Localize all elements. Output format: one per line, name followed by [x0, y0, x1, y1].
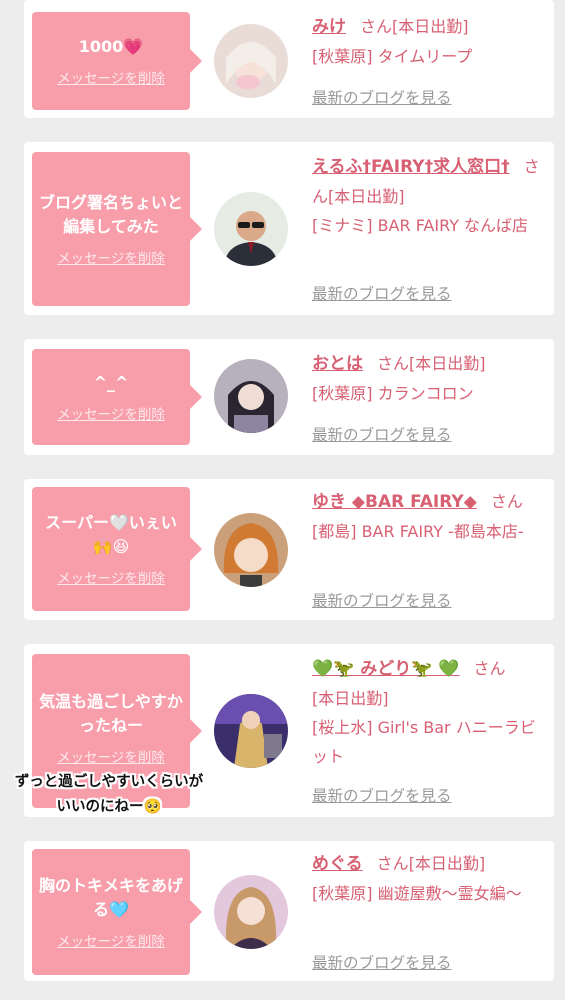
avatar[interactable] [214, 24, 288, 98]
shop-label: [桜上水] Girl's Bar ハニーラビット [312, 718, 536, 766]
status-badge: [本日出勤] [328, 187, 405, 206]
latest-blog-link[interactable]: 最新のブログを見る [312, 784, 452, 806]
delete-message-link[interactable]: メッセージを削除 [57, 930, 165, 950]
honorific: さん [377, 354, 410, 373]
delete-message-link[interactable]: メッセージを削除 [57, 403, 165, 423]
shop-label: [都島] BAR FAIRY -都島本店- [312, 522, 524, 541]
message-bubble: スーパー🤍いぇい🙌😆 メッセージを削除 [32, 487, 202, 611]
message-text: 気温も過ごしやすかったねー [39, 692, 183, 735]
message-bubble: ^_^ メッセージを削除 [32, 349, 202, 445]
message-text: ブログ署名ちょいと編集してみた [38, 193, 183, 236]
message-text: 1000💗 [78, 37, 144, 56]
avatar[interactable] [214, 875, 288, 949]
message-bubble: ブログ署名ちょいと編集してみた メッセージを削除 [32, 152, 202, 306]
avatar[interactable] [214, 513, 288, 587]
message-card: 1000💗 メッセージを削除 みけ さん[本日出勤] [秋葉原] タイムリープ 最… [24, 0, 554, 118]
honorific: さん [490, 492, 523, 511]
cast-name-link[interactable]: めぐる [312, 854, 363, 874]
cast-info: おとは さん[本日出勤] [秋葉原] カランコロン [312, 349, 544, 408]
delete-message-link[interactable]: メッセージを削除 [57, 67, 165, 87]
status-badge: [本日出勤] [392, 17, 469, 36]
message-card: 胸のトキメキをあげる🩵 メッセージを削除 めぐる さん[本日出勤] [秋葉原] 幽… [24, 841, 554, 981]
avatar[interactable] [214, 192, 288, 266]
cast-info: 💚🦖 みどり🦖 💚 さん [本日出勤] [桜上水] Girl's Bar ハニーラ… [312, 654, 544, 771]
cast-name-link[interactable]: おとは [312, 354, 363, 374]
message-card: スーパー🤍いぇい🙌😆 メッセージを削除 ゆき ◆BAR FAIRY◆ さん [都島… [24, 479, 554, 620]
cast-info: えるふ†FAIRY†求人窓口† さん[本日出勤] [ミナミ] BAR FAIRY … [312, 152, 544, 240]
latest-blog-link[interactable]: 最新のブログを見る [312, 86, 452, 108]
latest-blog-link[interactable]: 最新のブログを見る [312, 951, 452, 973]
cast-name-link[interactable]: みけ [312, 17, 346, 37]
cast-info: ゆき ◆BAR FAIRY◆ さん [都島] BAR FAIRY -都島本店- [312, 487, 544, 546]
message-card: ブログ署名ちょいと編集してみた メッセージを削除 えるふ†FAIRY†求人窓口†… [24, 142, 554, 315]
message-text: 胸のトキメキをあげる🩵 [38, 876, 183, 919]
latest-blog-link[interactable]: 最新のブログを見る [312, 423, 452, 445]
cast-info: みけ さん[本日出勤] [秋葉原] タイムリープ [312, 12, 544, 71]
cast-name-link[interactable]: 💚🦖 みどり🦖 💚 [312, 659, 460, 679]
message-bubble: 1000💗 メッセージを削除 [32, 12, 202, 110]
message-text: ^_^ [93, 373, 129, 392]
cast-name-link[interactable]: ゆき ◆BAR FAIRY◆ [312, 492, 477, 512]
status-badge: [本日出勤] [312, 689, 389, 708]
delete-message-link[interactable]: メッセージを削除 [57, 746, 165, 766]
shop-label: [秋葉原] 幽遊屋敷〜霊女編〜 [312, 884, 522, 903]
status-badge: [本日出勤] [408, 854, 486, 873]
cast-info: めぐる さん[本日出勤] [秋葉原] 幽遊屋敷〜霊女編〜 [312, 849, 544, 908]
honorific: さん [360, 17, 393, 36]
shop-label: [秋葉原] タイムリープ [312, 47, 473, 66]
shop-label: [秋葉原] カランコロン [312, 384, 474, 403]
honorific: さん [376, 854, 409, 873]
delete-message-link[interactable]: メッセージを削除 [57, 567, 165, 587]
overlay-caption: ずっと過ごしやすいくらいがいいのにねー🥺 [14, 774, 204, 815]
latest-blog-link[interactable]: 最新のブログを見る [312, 282, 452, 304]
honorific: さん [473, 659, 506, 678]
cast-name-link[interactable]: えるふ†FAIRY†求人窓口† [312, 157, 510, 177]
avatar[interactable] [214, 359, 288, 433]
status-badge: [本日出勤] [409, 354, 486, 373]
latest-blog-link[interactable]: 最新のブログを見る [312, 589, 452, 611]
shop-label: [ミナミ] BAR FAIRY なんば店 [312, 216, 529, 235]
avatar[interactable] [214, 694, 288, 768]
message-text: スーパー🤍いぇい🙌😆 [45, 513, 177, 556]
message-bubble: 胸のトキメキをあげる🩵 メッセージを削除 [32, 849, 202, 975]
message-card: ^_^ メッセージを削除 おとは さん[本日出勤] [秋葉原] カランコロン 最新… [24, 339, 554, 455]
delete-message-link[interactable]: メッセージを削除 [57, 247, 165, 267]
